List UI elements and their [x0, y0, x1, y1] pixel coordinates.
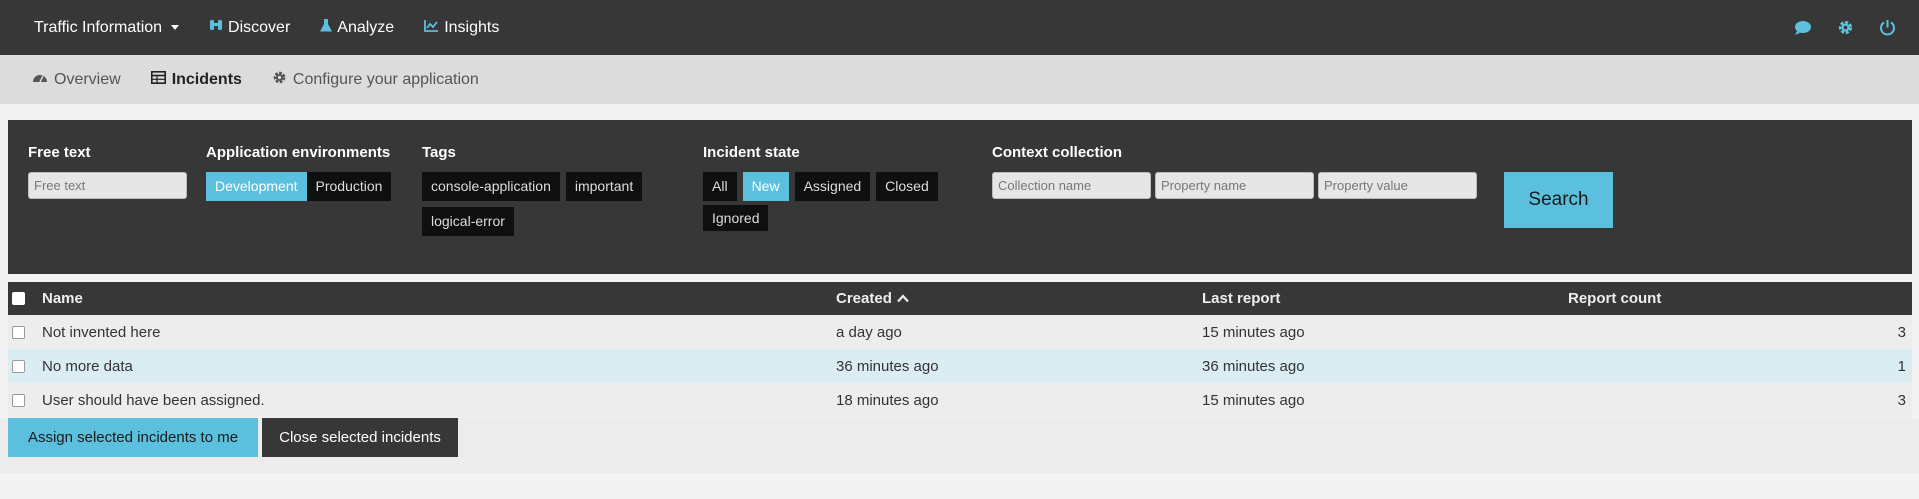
tag-chip[interactable]: logical-error [422, 207, 514, 236]
incident-report-count: 3 [1897, 391, 1906, 409]
column-header-created-label: Created [836, 290, 892, 307]
column-header-report-count[interactable]: Report count [1568, 282, 1661, 315]
app-selector-dropdown[interactable]: Traffic Information [34, 18, 180, 37]
incident-name[interactable]: User should have been assigned. [42, 383, 265, 417]
flask-icon [320, 18, 333, 38]
context-collection-group: Context collection [992, 144, 1477, 199]
environments-label: Application environments [206, 144, 391, 161]
incident-created: 18 minutes ago [836, 391, 939, 409]
collection-name-input[interactable] [992, 172, 1151, 199]
incidents-table: Name Created Last report Report count No… [8, 282, 1912, 417]
column-header-created[interactable]: Created [836, 282, 909, 315]
table-icon [150, 70, 166, 89]
row-checkbox[interactable] [12, 325, 25, 339]
table-row[interactable]: Not invented here a day ago 15 minutes a… [8, 315, 1912, 349]
state-chip-new[interactable]: New [742, 172, 789, 201]
incident-state-label: Incident state [703, 144, 800, 161]
property-name-input[interactable] [1155, 172, 1314, 199]
state-chip-all[interactable]: All [703, 172, 737, 201]
row-checkbox[interactable] [12, 359, 25, 373]
tab-overview-label: Overview [54, 70, 121, 88]
app-title: Traffic Information [34, 18, 163, 36]
chevron-up-icon [897, 290, 909, 307]
nav-analyze[interactable]: Analyze [320, 18, 394, 38]
state-chip-ignored[interactable]: Ignored [703, 205, 769, 231]
nav-insights[interactable]: Insights [424, 19, 499, 37]
state-chip-closed[interactable]: Closed [876, 172, 938, 201]
close-selected-button[interactable]: Close selected incidents [262, 418, 458, 457]
table-row[interactable]: User should have been assigned. 18 minut… [8, 383, 1912, 417]
incident-last-report: 15 minutes ago [1202, 323, 1305, 341]
tab-configure[interactable]: Configure your application [272, 70, 479, 90]
line-chart-icon [424, 19, 439, 37]
nav-insights-label: Insights [444, 18, 500, 36]
env-chip-development[interactable]: Development [206, 172, 307, 201]
tab-incidents-label: Incidents [171, 70, 242, 88]
nav-analyze-label: Analyze [337, 18, 395, 36]
tags-group: Tags console-application important logic… [422, 144, 652, 236]
bulk-actions: Assign selected incidents to me Close se… [8, 418, 458, 457]
tag-chip[interactable]: console-application [422, 172, 560, 201]
nav-discover[interactable]: Discover [209, 18, 290, 37]
gear-icon [272, 70, 287, 90]
table-header-row: Name Created Last report Report count [8, 282, 1912, 315]
caret-down-icon [171, 25, 180, 30]
incident-state-group: Incident state All New Assigned Closed I… [703, 144, 943, 231]
sub-navbar: Overview Incidents Configure your applic… [0, 55, 1919, 104]
filter-panel: Free text Application environments Devel… [8, 120, 1912, 274]
nav-discover-label: Discover [228, 18, 291, 36]
free-text-input[interactable] [28, 172, 187, 199]
tags-label: Tags [422, 144, 456, 161]
topbar-actions [1793, 18, 1897, 38]
tag-chip[interactable]: important [565, 172, 643, 201]
chat-icon[interactable] [1793, 18, 1813, 38]
incident-report-count: 3 [1897, 323, 1906, 341]
state-chip-assigned[interactable]: Assigned [794, 172, 871, 201]
environments-group: Application environments Development Pro… [206, 144, 392, 201]
dashboard-icon [32, 70, 48, 89]
context-collection-label: Context collection [992, 144, 1123, 161]
search-button[interactable]: Search [1504, 172, 1613, 228]
free-text-group: Free text [28, 144, 187, 199]
binoculars-icon [209, 18, 223, 37]
assign-selected-button[interactable]: Assign selected incidents to me [8, 418, 258, 457]
env-chip-production[interactable]: Production [306, 172, 392, 201]
property-value-input[interactable] [1318, 172, 1477, 199]
row-checkbox[interactable] [12, 393, 25, 407]
incident-created: a day ago [836, 323, 902, 341]
table-row[interactable]: No more data 36 minutes ago 36 minutes a… [8, 349, 1912, 383]
power-icon[interactable] [1877, 18, 1897, 38]
incident-last-report: 36 minutes ago [1202, 357, 1305, 375]
incident-created: 36 minutes ago [836, 357, 939, 375]
gear-icon[interactable] [1835, 18, 1855, 38]
incident-name[interactable]: Not invented here [42, 315, 160, 349]
column-header-name[interactable]: Name [42, 282, 83, 315]
main-nav: Traffic Information Discover Analyze Ins… [34, 18, 499, 38]
tab-configure-label: Configure your application [292, 70, 479, 88]
tab-incidents[interactable]: Incidents [150, 70, 242, 89]
select-all-checkbox[interactable] [12, 292, 25, 305]
free-text-label: Free text [28, 144, 91, 161]
incident-name[interactable]: No more data [42, 349, 133, 383]
incident-report-count: 1 [1897, 357, 1906, 375]
column-header-last-report[interactable]: Last report [1202, 282, 1280, 315]
tab-overview[interactable]: Overview [32, 70, 121, 89]
top-navbar: Traffic Information Discover Analyze Ins… [0, 0, 1919, 55]
incident-last-report: 15 minutes ago [1202, 391, 1305, 409]
